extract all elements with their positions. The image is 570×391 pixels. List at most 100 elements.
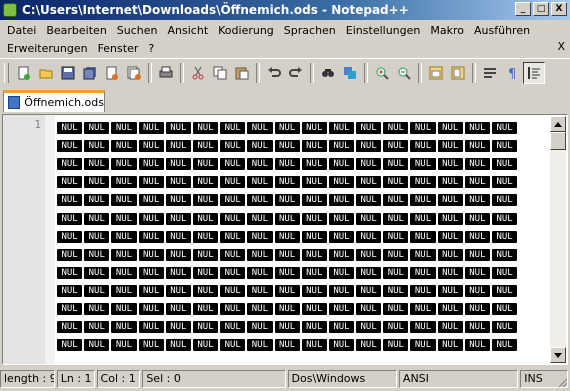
replace-button[interactable] (339, 62, 361, 84)
show-all-chars-button[interactable]: ¶ (501, 62, 523, 84)
menu-bar: Datei Bearbeiten Suchen Ansicht Kodierung Spr… (0, 21, 570, 57)
menu-einstellungen[interactable]: Einstellungen (346, 24, 421, 37)
nul-char-token: NUL (165, 266, 191, 279)
nul-char-token: NUL (274, 302, 300, 315)
nul-char-token: NUL (410, 321, 436, 334)
open-file-button[interactable] (35, 62, 57, 84)
nul-char-token: NUL (328, 194, 355, 207)
cut-button[interactable] (187, 62, 209, 84)
print-button[interactable] (155, 62, 177, 84)
nul-char-token: NUL (247, 302, 273, 315)
nul-char-token: NUL (192, 302, 219, 315)
nul-char-token: NUL (192, 194, 219, 207)
scroll-down-button[interactable] (550, 347, 566, 363)
menu-sprachen[interactable]: Sprachen (284, 24, 336, 37)
menu-ansicht[interactable]: Ansicht (168, 24, 209, 37)
nul-char-token: NUL (356, 302, 382, 315)
maximize-button[interactable]: □ (533, 2, 549, 16)
nul-char-token: NUL (138, 140, 164, 153)
tab-oeffnemich[interactable]: Öffnemich.ods (3, 90, 105, 112)
nul-char-token: NUL (356, 266, 382, 279)
status-eol[interactable]: Dos\Windows (287, 370, 397, 388)
editor[interactable]: 1 NUL NUL NUL NUL NUL NUL NUL NUL NUL NUL NUL NUL NU… (2, 114, 568, 365)
nul-char-token: NUL (301, 302, 327, 315)
paste-button[interactable] (231, 62, 253, 84)
zoom-out-button[interactable] (393, 62, 415, 84)
redo-button[interactable] (285, 62, 307, 84)
menu-fenster[interactable]: Fenster (98, 42, 139, 55)
toolbar-separator (418, 62, 422, 83)
menu-ausführen[interactable]: Ausführen (474, 24, 530, 37)
nul-char-token: NUL (84, 122, 110, 135)
nul-char-token: NUL (383, 266, 409, 279)
nul-char-token: NUL (383, 176, 409, 189)
resize-grip-icon[interactable] (556, 376, 568, 388)
nul-char-token: NUL (464, 158, 490, 171)
fold-margin[interactable] (45, 115, 55, 364)
nul-char-token: NUL (138, 212, 164, 225)
nul-char-token: NUL (165, 140, 191, 153)
text-line: NUL NUL NUL NUL NUL NUL NUL NUL NUL NUL NUL NUL NUL N… (57, 155, 545, 173)
title-bar: C:\Users\Internet\Downloads\Öffnemich.od… (0, 0, 570, 20)
zoom-in-button[interactable] (371, 62, 393, 84)
text-line: NUL NUL NUL NUL NUL NUL NUL NUL NUL NUL NUL NUL NUL N… (57, 228, 545, 246)
notepadpp-app-icon[interactable] (3, 3, 17, 17)
undo-button[interactable] (263, 62, 285, 84)
sync-horizontal-button[interactable] (447, 62, 469, 84)
minimize-button[interactable]: _ (515, 2, 531, 16)
status-bar: length : 94 Ln : 1 Col : 1 Sel : 0 Dos\W… (0, 368, 570, 390)
save-button[interactable] (57, 62, 79, 84)
nul-char-token: NUL (328, 158, 355, 171)
scroll-up-button[interactable] (550, 116, 566, 132)
menu-makro[interactable]: Makro (430, 24, 464, 37)
vertical-scrollbar[interactable] (550, 116, 566, 363)
text-line: NUL NUL NUL NUL NUL NUL NUL NUL NUL NUL NUL NUL NUL N… (57, 336, 545, 354)
menu-datei[interactable]: Datei (7, 24, 36, 37)
copy-button[interactable] (209, 62, 231, 84)
nul-char-token: NUL (383, 302, 409, 315)
menu-erweiterungen[interactable]: Erweiterungen (7, 42, 88, 55)
nul-char-token: NUL (383, 122, 409, 135)
close-button[interactable] (101, 62, 123, 84)
find-button[interactable] (317, 62, 339, 84)
menu-help[interactable]: ? (148, 42, 154, 55)
close-all-button[interactable] (123, 62, 145, 84)
nul-char-token: NUL (383, 284, 409, 297)
nul-char-token: NUL (84, 248, 110, 261)
word-wrap-button[interactable] (479, 62, 501, 84)
nul-char-token: NUL (464, 176, 490, 189)
redo-icon (289, 66, 302, 77)
nul-char-token: NUL (464, 230, 490, 243)
close-button[interactable]: X (551, 2, 567, 16)
nul-char-token: NUL (220, 122, 246, 135)
indent-guide-button[interactable] (523, 61, 545, 84)
close-document-button[interactable]: X (557, 40, 565, 53)
nul-char-token: NUL (57, 321, 83, 334)
nul-char-token: NUL (437, 321, 463, 334)
menu-kodierung[interactable]: Kodierung (218, 24, 274, 37)
nul-char-token: NUL (437, 212, 463, 225)
text-area[interactable]: NUL NUL NUL NUL NUL NUL NUL NUL NUL NUL NUL NUL NUL N… (57, 119, 545, 364)
text-line: NUL NUL NUL NUL NUL NUL NUL NUL NUL NUL NUL NUL NUL N… (57, 282, 545, 300)
nul-char-token: NUL (192, 321, 219, 334)
nul-char-token: NUL (247, 284, 273, 297)
nul-char-token: NUL (437, 140, 463, 153)
scroll-thumb[interactable] (550, 132, 566, 150)
nul-char-token: NUL (138, 248, 164, 261)
menu-bearbeiten[interactable]: Bearbeiten (46, 24, 106, 37)
new-file-button[interactable] (13, 62, 35, 84)
toolbar-grip[interactable] (4, 62, 9, 83)
nul-char-token: NUL (111, 176, 137, 189)
menu-suchen[interactable]: Suchen (117, 24, 158, 37)
save-all-button[interactable] (79, 62, 101, 84)
nul-char-token: NUL (383, 194, 409, 207)
paste-icon (235, 67, 249, 79)
nul-char-token: NUL (220, 284, 246, 297)
nul-char-token: NUL (492, 321, 518, 334)
nul-char-token: NUL (464, 339, 490, 352)
nul-char-token: NUL (356, 230, 382, 243)
sync-vertical-button[interactable] (425, 62, 447, 84)
nul-char-token: NUL (192, 176, 219, 189)
nul-char-token: NUL (464, 266, 490, 279)
nul-char-token: NUL (165, 302, 191, 315)
